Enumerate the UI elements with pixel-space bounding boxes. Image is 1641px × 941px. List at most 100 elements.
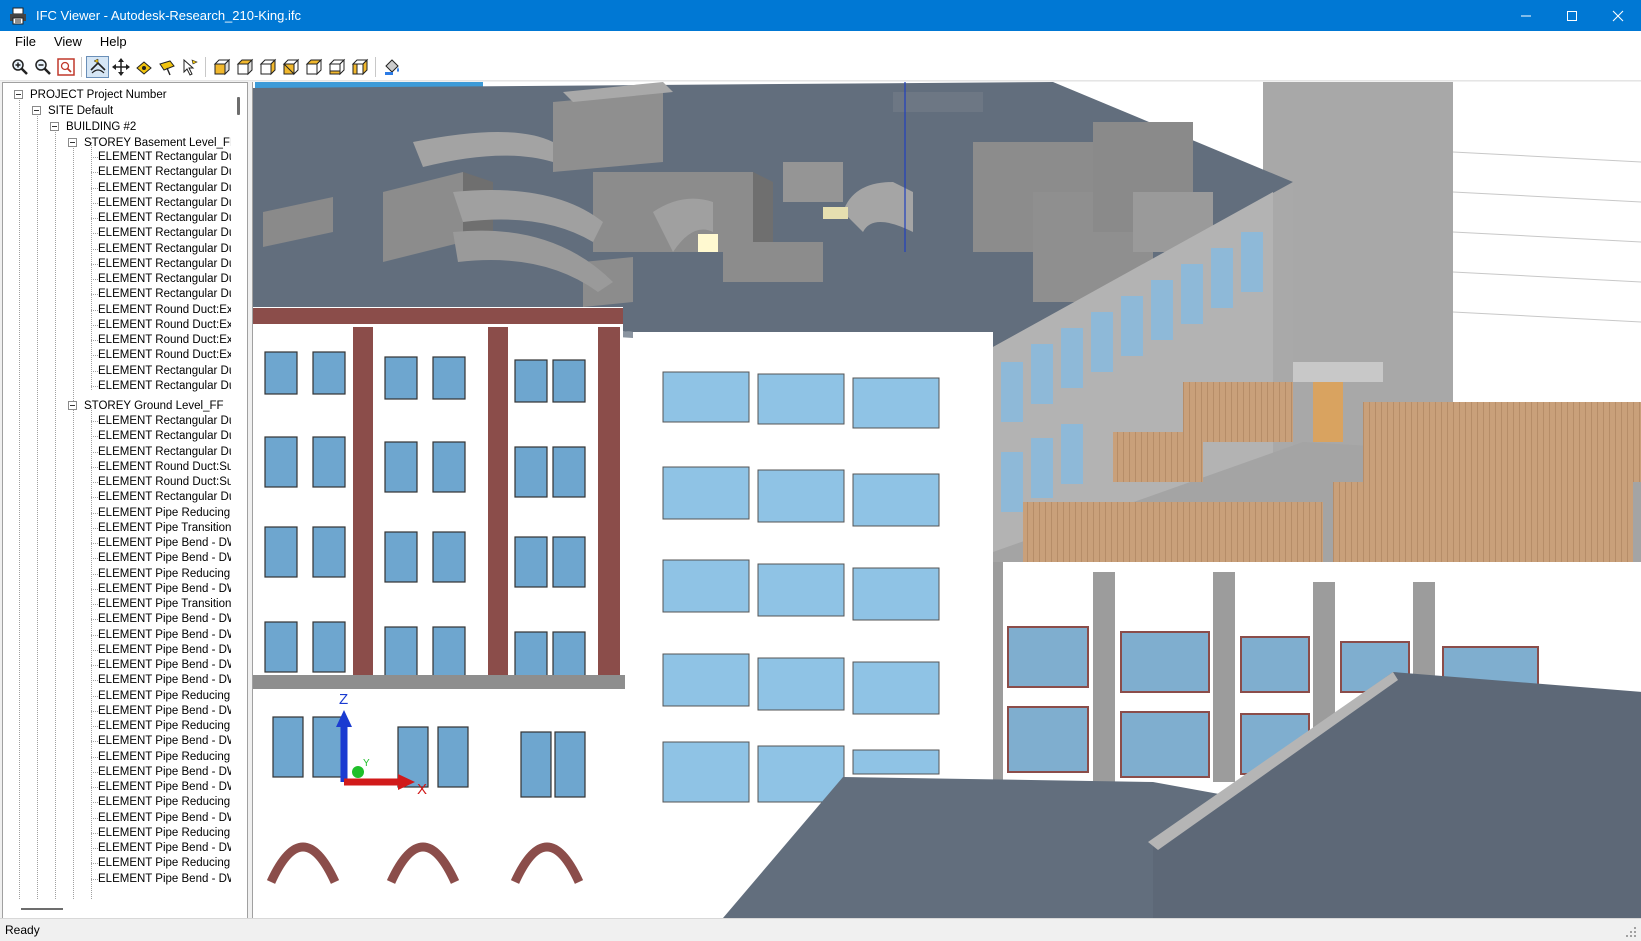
menu-view[interactable]: View [45,31,91,53]
tree-node-label: ELEMENT Round Duct:Su [98,460,233,473]
view-left-button[interactable] [256,56,279,78]
view-front-button[interactable] [210,56,233,78]
tree-connector [91,157,98,158]
view-top-button[interactable] [302,56,325,78]
zoom-in-button[interactable] [8,56,31,78]
tree-node-element[interactable]: ELEMENT Pipe Reducing [91,749,230,765]
select-button[interactable] [178,56,201,78]
title-bar[interactable]: IFC Viewer - Autodesk-Research_210-King.… [0,0,1641,31]
fly-button[interactable] [155,56,178,78]
tree-node-element[interactable]: ELEMENT Pipe Bend - DW [91,657,233,673]
model-tree[interactable]: PROJECT Project Number SITE Default BUIL… [3,83,233,901]
collapse-icon[interactable] [32,106,41,115]
axis-y-label: Y [363,758,370,769]
terrace-door [1313,382,1343,442]
tree-horizontal-scrollbar[interactable] [3,900,247,918]
view-back-button[interactable] [233,56,256,78]
tree-node-element[interactable]: ELEMENT Pipe Bend - DW [91,871,233,887]
tree-node-element[interactable]: ELEMENT Rectangular Du [91,164,233,180]
paint-bucket-button[interactable] [380,56,403,78]
building-model-render[interactable]: Z X Y [253,82,1641,918]
tree-node-element[interactable]: ELEMENT Round Duct:Su [91,459,233,475]
collapse-icon[interactable] [68,138,77,147]
tree-node-element[interactable]: ELEMENT Pipe Bend - DW [91,672,233,688]
brick-building-ledge [253,675,625,689]
menu-file[interactable]: File [6,31,45,53]
tree-node-element[interactable]: ELEMENT Rectangular Du [91,363,233,379]
view-right-button[interactable] [279,56,302,78]
maximize-button[interactable] [1549,0,1595,31]
tree-node-element[interactable]: ELEMENT Round Duct:Ex [91,317,233,333]
tree-node-element[interactable]: ELEMENT Rectangular Du [91,413,233,429]
zoom-out-button[interactable] [31,56,54,78]
collapse-icon[interactable] [14,90,23,99]
tree-node-element[interactable]: ELEMENT Pipe Reducing [91,688,231,704]
tree-node-element[interactable]: ELEMENT Pipe Reducing [91,718,230,734]
tree-node-label: ELEMENT Pipe Bend - DW [98,872,233,885]
tree-node-element[interactable]: ELEMENT Rectangular Du [91,286,233,302]
tree-connector [91,863,98,865]
tree-node-element[interactable]: ELEMENT Pipe Bend - DW [91,642,233,658]
orbit-button[interactable] [86,55,109,78]
tree-node-element[interactable]: ELEMENT Pipe Bend - DW [91,611,233,627]
minimize-button[interactable] [1503,0,1549,31]
tree-node-element[interactable]: ELEMENT Pipe Reducing [91,855,230,871]
tree-connector [91,309,98,311]
tree-guide-line [91,142,92,390]
pan-button[interactable] [109,56,132,78]
tree-node-element[interactable]: ELEMENT Pipe Bend - DW [91,733,233,749]
tree-node-element[interactable]: ELEMENT Pipe Bend - DW [91,810,233,826]
collapse-icon[interactable] [50,122,59,131]
tree-node-element[interactable]: ELEMENT Pipe Reducing [91,505,230,521]
view-bottom-button[interactable] [325,56,348,78]
tree-node-label: ELEMENT Pipe Bend - DW [98,643,233,656]
walk-button[interactable] [132,56,155,78]
tree-node-element[interactable]: ELEMENT Rectangular Du [91,489,233,505]
tree-node-element[interactable]: ELEMENT Pipe Bend - DW [91,550,233,566]
tree-node-element[interactable]: ELEMENT Rectangular Du [91,256,233,272]
tree-node-element[interactable]: ELEMENT Rectangular Du [91,180,233,196]
menu-help[interactable]: Help [91,31,136,53]
tree-node-label: ELEMENT Pipe Reducing [98,689,231,702]
tree-node-element[interactable]: ELEMENT Round Duct:Ex [91,332,233,348]
tree-node-element[interactable]: ELEMENT Pipe Bend - DW [91,764,233,780]
tree-node-element[interactable]: ELEMENT Pipe Bend - DW [91,779,233,795]
tree-node-element[interactable]: ELEMENT Rectangular Du [91,428,233,444]
tree-node-element[interactable]: ELEMENT Pipe Bend - DW [91,840,233,856]
tree-node-element[interactable]: ELEMENT Pipe Transition: [91,596,233,612]
scroll-thumb[interactable] [237,97,240,115]
tree-node-element[interactable]: ELEMENT Round Duct:Su [91,474,233,490]
tree-node-element[interactable]: ELEMENT Rectangular Du [91,378,233,394]
view-iso-button[interactable] [348,56,371,78]
tree-node-label: ELEMENT Rectangular Du [98,212,233,224]
3d-viewport[interactable]: Z X Y [252,82,1641,918]
tree-node-element[interactable]: ELEMENT Rectangular Du [91,210,233,226]
tree-node-element[interactable]: ELEMENT Round Duct:Ex [91,302,233,318]
tree-node-element[interactable]: ELEMENT Pipe Reducing [91,566,230,582]
close-button[interactable] [1595,0,1641,31]
tree-node-element[interactable]: ELEMENT Rectangular Du [91,241,233,257]
scroll-thumb[interactable] [21,908,63,910]
tree-node-element[interactable]: ELEMENT Round Duct:Ex [91,347,233,363]
toolbar-separator [205,56,206,77]
tree-connector [91,370,98,372]
tree-node-element[interactable]: ELEMENT Rectangular Du [91,444,233,460]
resize-grip-icon[interactable] [1625,926,1637,938]
tree-node-element[interactable]: ELEMENT Pipe Bend - DW [91,703,233,719]
tree-vertical-scrollbar[interactable] [231,83,247,901]
tree-node-element[interactable]: ELEMENT Rectangular Du [91,195,233,211]
tree-node-element[interactable]: ELEMENT Rectangular Du [91,149,233,165]
zoom-extents-button[interactable] [54,56,77,78]
tree-node-element[interactable]: ELEMENT Pipe Transition: [91,520,233,536]
tree-connector [91,187,98,189]
tree-node-element[interactable]: ELEMENT Pipe Reducing [91,794,230,810]
tree-node-label: PROJECT Project Number [30,89,167,101]
collapse-icon[interactable] [68,401,77,410]
tree-node-element[interactable]: ELEMENT Rectangular Du [91,271,233,287]
tree-node-element[interactable]: ELEMENT Pipe Bend - DW [91,581,233,597]
tree-node-label: ELEMENT Rectangular Du [98,257,233,270]
tree-node-element[interactable]: ELEMENT Pipe Reducing [91,825,230,841]
tree-node-element[interactable]: ELEMENT Pipe Bend - DW [91,627,233,643]
tree-node-element[interactable]: ELEMENT Rectangular Du [91,225,233,241]
tree-node-element[interactable]: ELEMENT Pipe Bend - DW [91,535,233,551]
